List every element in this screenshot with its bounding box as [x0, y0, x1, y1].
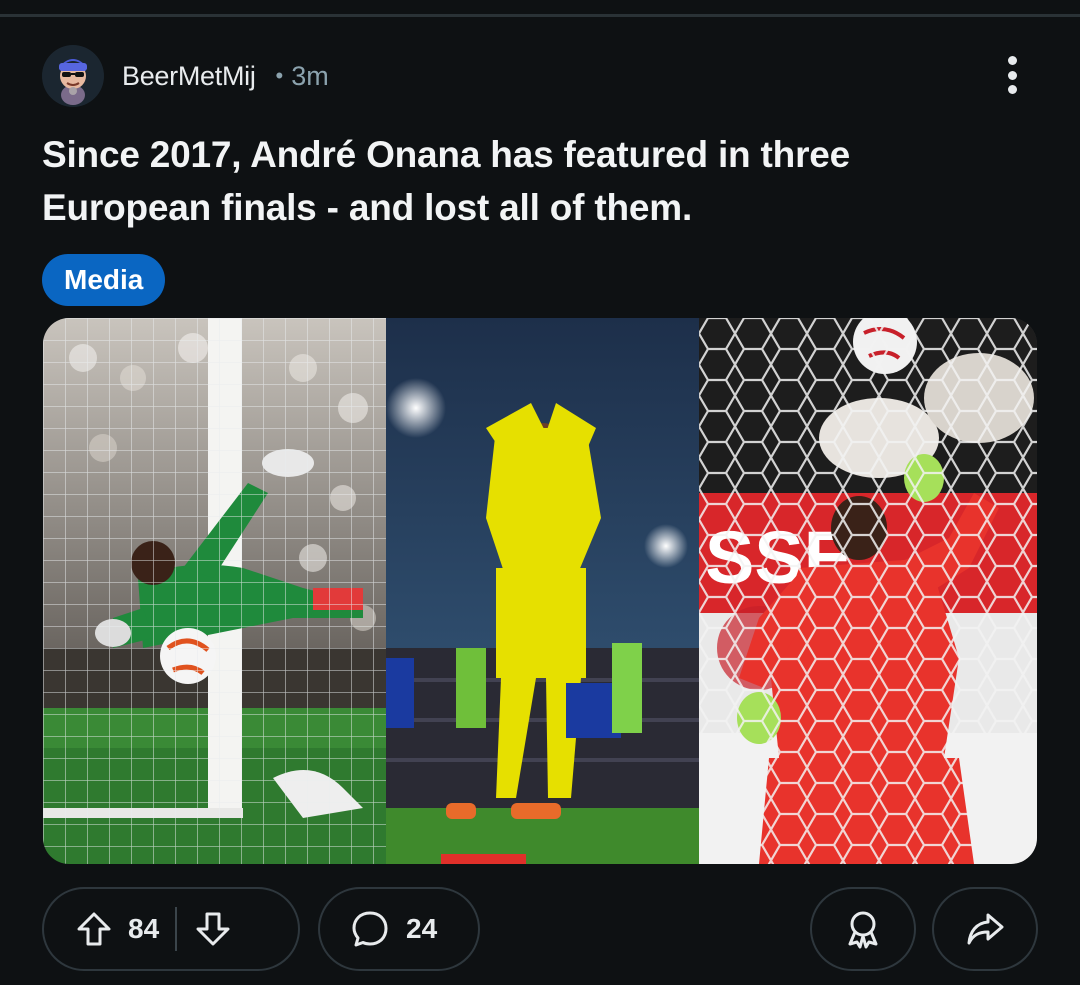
award-button[interactable] [810, 887, 916, 971]
top-divider [0, 14, 1080, 17]
comments-button[interactable]: 24 [318, 887, 480, 971]
username[interactable]: BeerMetMij [122, 61, 256, 92]
flair-badge[interactable]: Media [42, 254, 166, 306]
post-action-bar: 84 24 [42, 887, 1038, 971]
post-title[interactable]: Since 2017, André Onana has featured in … [42, 128, 1022, 234]
photo-goalkeeper-diving-icon [43, 318, 386, 864]
post-media-gallery[interactable]: SSE [43, 318, 1037, 864]
user-avatar[interactable] [42, 45, 104, 107]
post-timestamp: 3m [291, 60, 329, 91]
media-photo-2 [386, 318, 699, 864]
speech-bubble-icon [350, 909, 390, 949]
avatar-icon [42, 45, 104, 107]
vote-divider [175, 907, 178, 951]
arrow-up-icon[interactable] [74, 909, 114, 949]
award-ribbon-icon [843, 909, 883, 949]
arrow-down-icon[interactable] [193, 909, 233, 949]
photo-goalkeeper-head-in-hands-icon [386, 318, 699, 864]
share-button[interactable] [932, 887, 1038, 971]
media-photo-1 [43, 318, 386, 864]
vote-pill: 84 [42, 887, 300, 971]
photo-goalkeeper-punching-icon: SSE [699, 318, 1037, 864]
media-photo-3: SSE [699, 318, 1037, 864]
share-arrow-icon [965, 909, 1005, 949]
upvote-count: 84 [128, 913, 160, 944]
kebab-menu-icon[interactable] [1000, 50, 1024, 100]
post-header: BeerMetMij • 3m [42, 44, 1042, 108]
meta-separator: • [275, 63, 284, 88]
comment-count: 24 [406, 913, 438, 944]
